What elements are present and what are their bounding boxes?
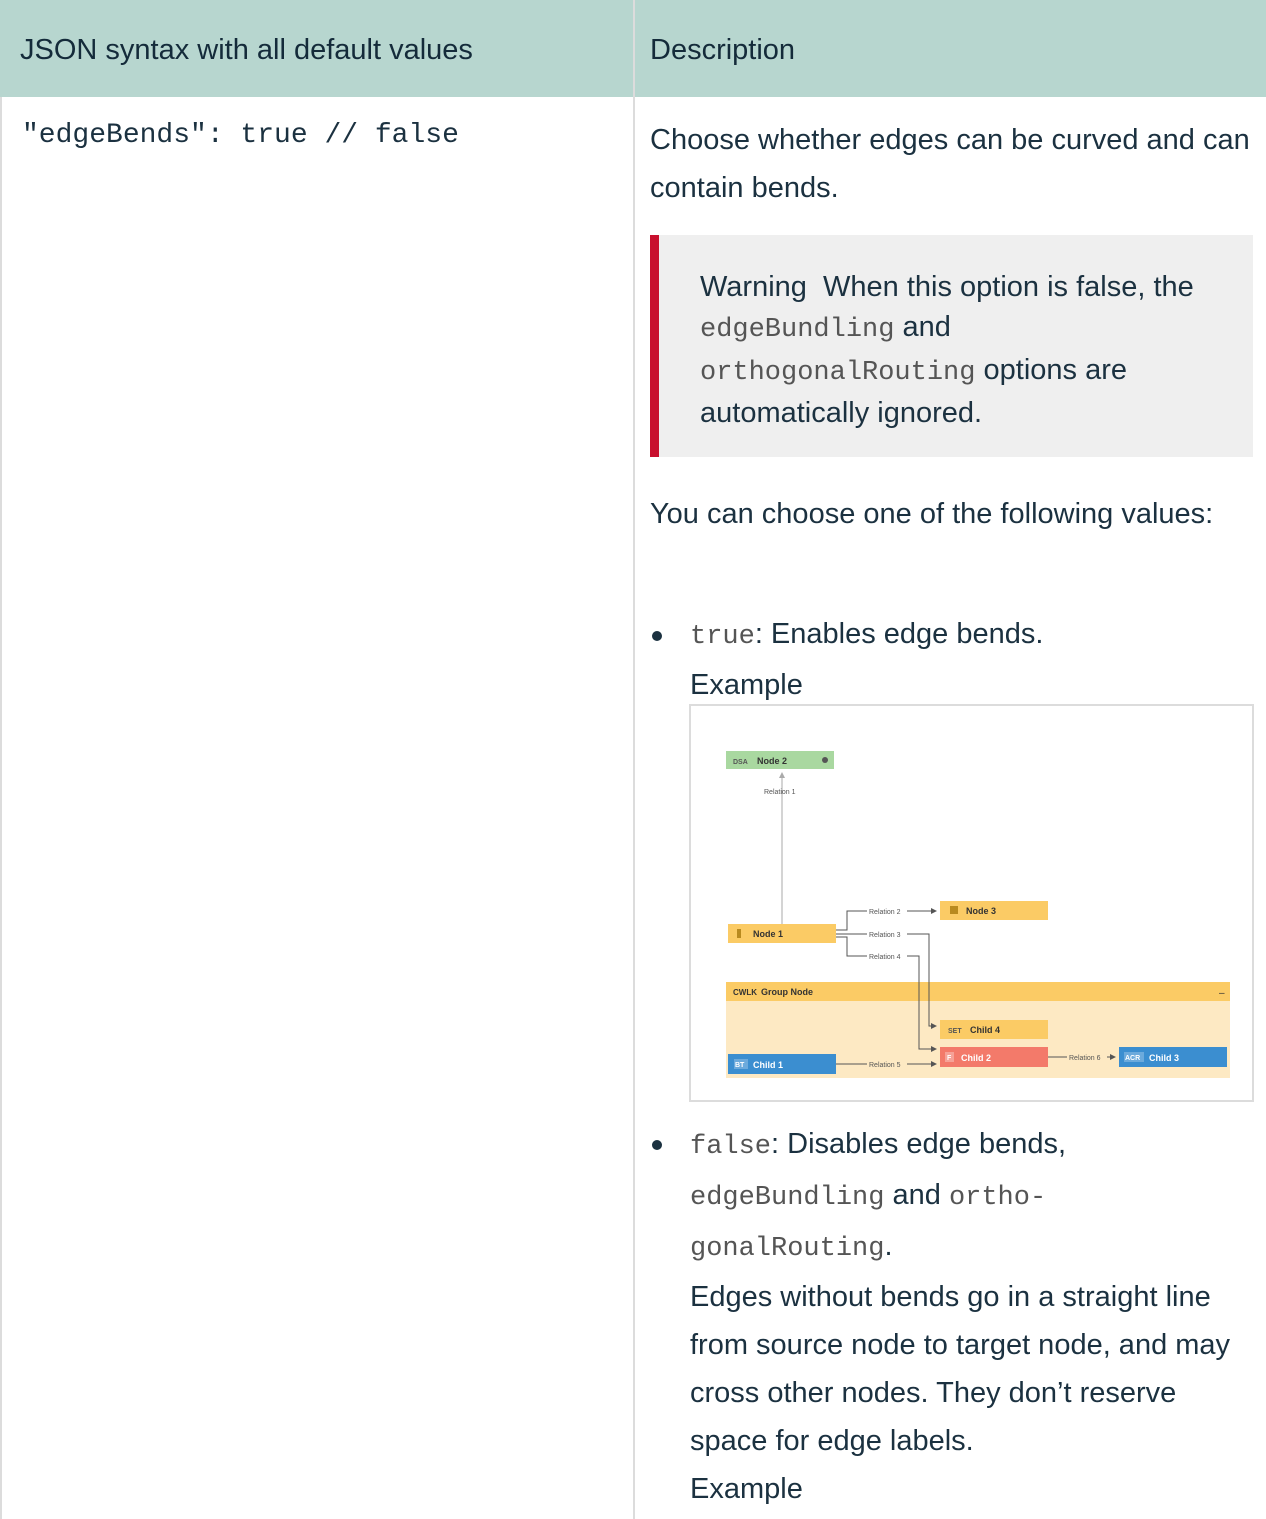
value-false-code: false: [690, 1132, 772, 1162]
table-left-border: [0, 97, 2, 1519]
node-3-icon: [950, 906, 958, 914]
value-false-period: .: [884, 1230, 893, 1262]
relation-4-label: Relation 4: [869, 954, 901, 961]
example-diagram: CWLK Group Node – DSA Node 2 Relation 1 …: [726, 751, 1230, 1078]
node-2-icon: [822, 757, 828, 763]
list-item-true: true: Enables edge bends. Example: [690, 610, 1260, 709]
json-syntax-code: "edgeBends": true // false: [22, 120, 459, 151]
child-2-label: Child 2: [961, 1053, 991, 1063]
node-1-icon: [737, 929, 741, 938]
value-false-code-edge-bundling: edgeBundling: [690, 1183, 885, 1213]
value-false-code-ortho: ortho-: [948, 1183, 1047, 1213]
node-2-tag: DSA: [733, 759, 748, 766]
header-json-syntax: JSON syntax with all default values: [20, 34, 473, 66]
warning-bar: [650, 235, 659, 457]
value-false-and: and: [892, 1179, 941, 1211]
warning-callout: Warning When this option is false, the e…: [650, 235, 1253, 457]
child-3-tag: ACR: [1125, 1055, 1140, 1062]
warning-label: Warning: [700, 271, 807, 303]
relation-6-label: Relation 6: [1069, 1055, 1101, 1062]
group-node-label: Group Node: [761, 987, 813, 997]
warning-text: Warning When this option is false, the e…: [700, 267, 1220, 433]
example-label: Example: [690, 669, 803, 701]
value-true-code: true: [690, 622, 755, 652]
attributes-table: JSON syntax with all default values Desc…: [0, 0, 1266, 1519]
relation-5-label: Relation 5: [869, 1062, 901, 1069]
value-true-text: : Enables edge bends.: [754, 618, 1044, 650]
intro-text: Choose whether edges can be curved and c…: [650, 124, 1250, 204]
column-divider: [633, 0, 635, 1519]
child-1-label: Child 1: [753, 1060, 783, 1070]
group-node-tag: CWLK: [733, 988, 757, 997]
node-1-label: Node 1: [753, 929, 783, 939]
header-description: Description: [650, 34, 796, 66]
example-diagram-box: CWLK Group Node – DSA Node 2 Relation 1 …: [689, 704, 1254, 1102]
child-4-label: Child 4: [970, 1025, 1000, 1035]
choose-text: You can choose one of the following valu…: [650, 498, 1214, 530]
warning-code-edge-bundling: edgeBundling: [700, 315, 895, 345]
example-label: Example: [690, 1473, 803, 1505]
child-2: [940, 1047, 1048, 1067]
bullet-icon: [652, 1140, 662, 1150]
value-false-detail: Edges without bends go in a straight lin…: [690, 1281, 1231, 1457]
node-3-label: Node 3: [966, 906, 996, 916]
warning-code-orthogonal-routing: orthogonalRouting: [700, 358, 976, 388]
warning-text-1: When this option is false, the: [823, 271, 1194, 303]
warning-text-2: and: [902, 311, 951, 343]
relation-1-label: Relation 1: [764, 789, 796, 796]
child-4-tag: SET: [948, 1028, 962, 1035]
child-1-tag: BT: [735, 1062, 745, 1069]
group-collapse-icon: –: [1219, 988, 1225, 999]
value-false-code-gonal-routing: gonalRouting: [690, 1234, 885, 1264]
bullet-icon: [652, 631, 662, 641]
relation-2-label: Relation 2: [869, 909, 901, 916]
list-item-false: false: Disables edge bends, edgeBundling…: [690, 1120, 1260, 1513]
child-3-label: Child 3: [1149, 1053, 1179, 1063]
node-2-label: Node 2: [757, 756, 787, 766]
value-false-text: : Disables edge bends,: [771, 1128, 1067, 1160]
child-2-tag: F: [947, 1055, 952, 1062]
relation-3-label: Relation 3: [869, 932, 901, 939]
